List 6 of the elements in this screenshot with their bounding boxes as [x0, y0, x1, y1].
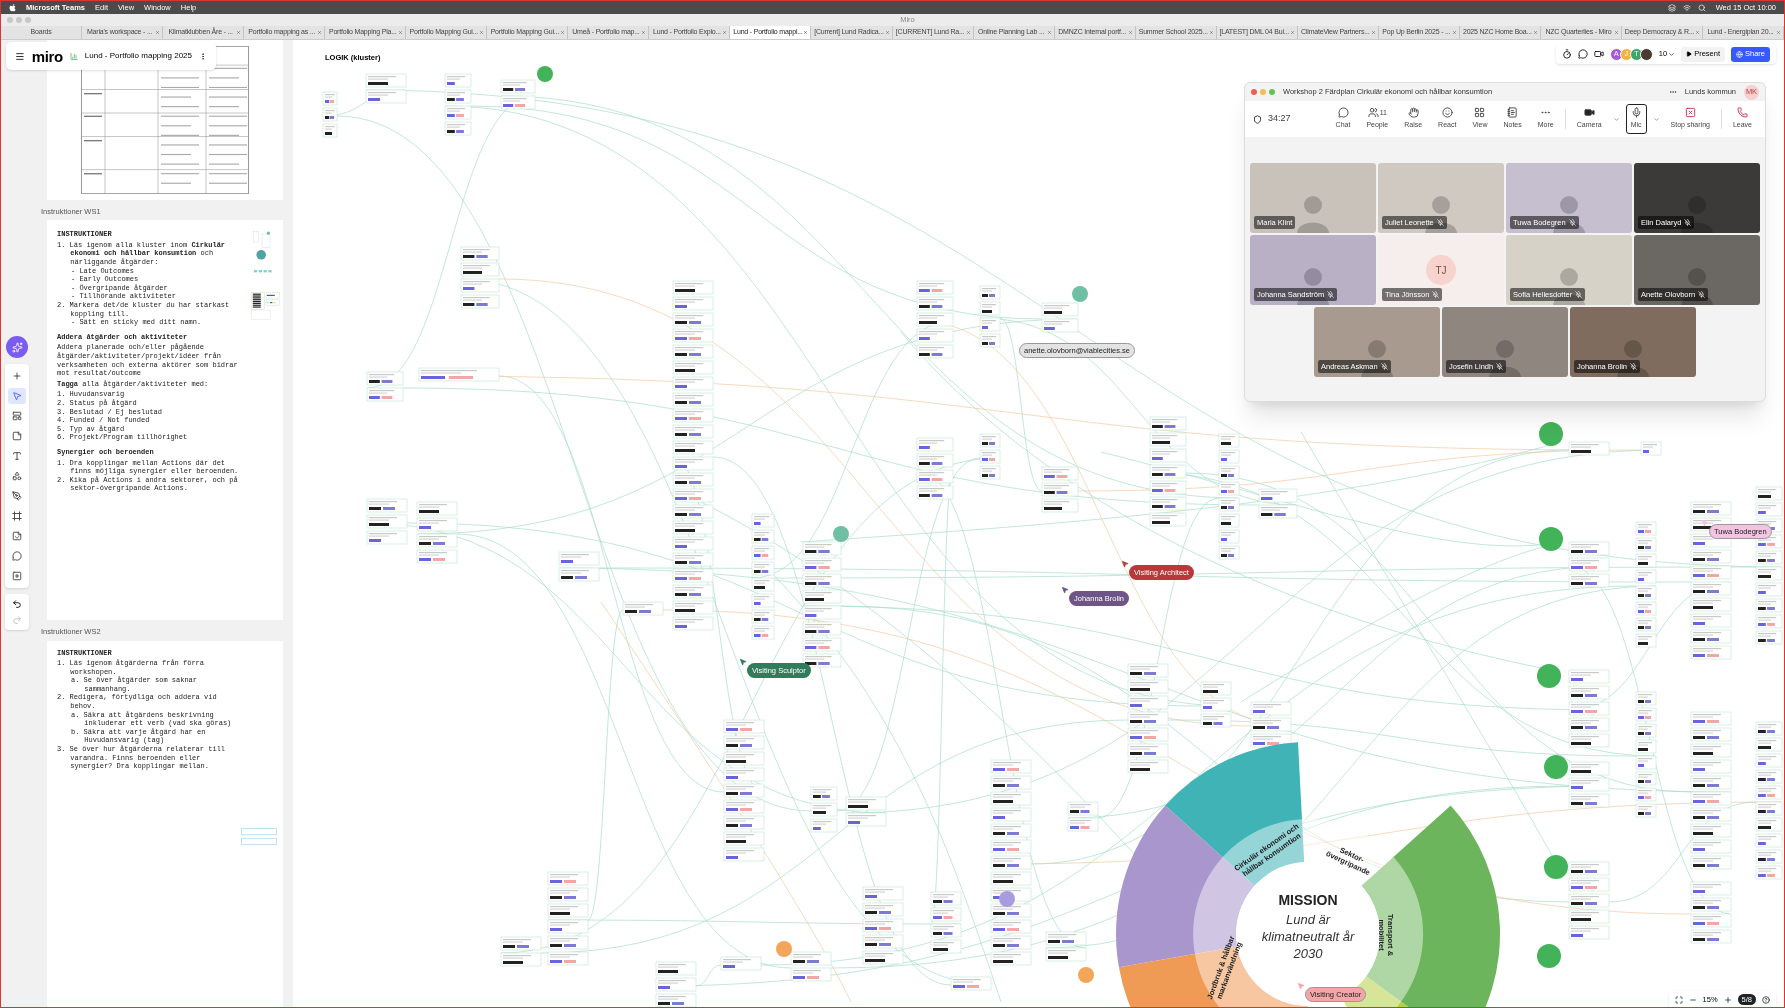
participant-initials: TJ [1426, 255, 1456, 285]
mission-title: MISSION [1278, 891, 1338, 910]
board-name[interactable]: Lund - Portfolio mapping 2025 [84, 50, 192, 62]
mission-statement: Lund är klimatneutralt år 2030 [1260, 911, 1356, 962]
meeting-timer: 34:27 [1268, 112, 1292, 126]
miro-logo[interactable]: miro [31, 48, 63, 64]
